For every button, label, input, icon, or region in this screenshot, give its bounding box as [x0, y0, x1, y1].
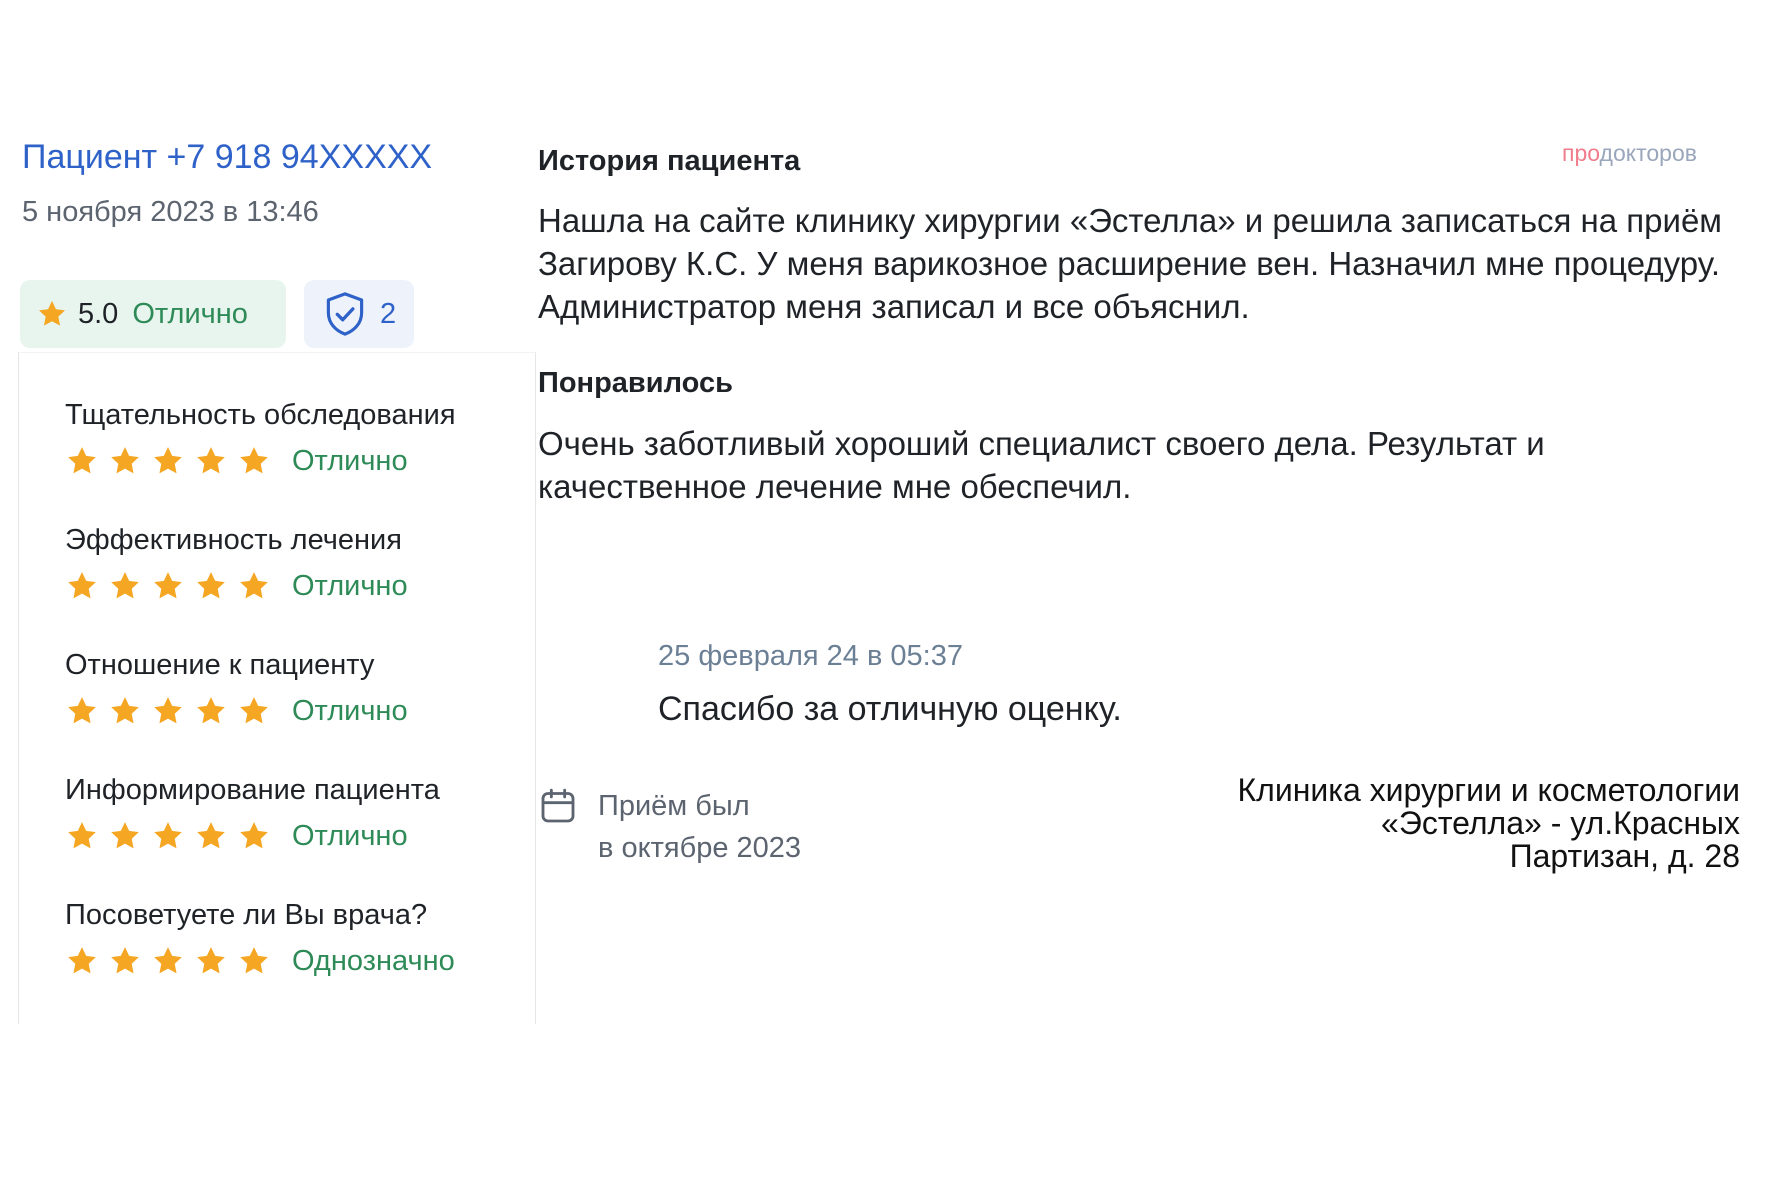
clinic-address-line-1: Клиника хирургии и косметологии	[1237, 772, 1740, 808]
star-icon	[68, 447, 96, 474]
criterion-stars	[65, 819, 280, 853]
criterion-attitude: Отношение к пациенту Отлично	[65, 649, 408, 728]
history-title: История пациента	[538, 145, 801, 177]
star-icon	[111, 822, 139, 849]
star-icon	[111, 947, 139, 974]
criterion-label: Эффективность лечения	[65, 524, 402, 556]
star-icon	[154, 822, 182, 849]
star-icon	[68, 697, 96, 724]
liked-text: Очень заботливый хороший специалист свое…	[538, 425, 1545, 505]
star-icon	[197, 572, 225, 599]
star-icon	[154, 447, 182, 474]
criterion-effectiveness: Эффективность лечения Отлично	[65, 524, 408, 603]
criterion-recommend: Посоветуете ли Вы врача? Однозначно	[65, 899, 455, 978]
star-icon	[240, 572, 268, 599]
star-icon	[68, 947, 96, 974]
overall-rating-value: 5.0	[78, 297, 119, 330]
visit-text: Приём был в октябре 2023	[598, 785, 878, 869]
criterion-word: Отлично	[292, 819, 408, 852]
criterion-stars	[65, 694, 280, 728]
clinic-reply-date: 25 февраля 24 в 05:37	[658, 640, 963, 672]
star-icon	[68, 572, 96, 599]
criterion-stars	[65, 444, 280, 478]
visit-line-1: Приём был	[598, 790, 750, 822]
star-icon	[111, 697, 139, 724]
star-icon	[240, 822, 268, 849]
criterion-word: Отлично	[292, 444, 408, 477]
clinic-reply-text: Спасибо за отличную оценку.	[658, 690, 1122, 728]
star-icon	[39, 300, 65, 326]
visit-info: Приём был в октябре 2023	[538, 785, 878, 869]
review-author-link[interactable]: Пациент +7 918 94XXXXX	[22, 138, 432, 177]
criterion-label: Информирование пациента	[65, 774, 440, 806]
star-icon	[240, 697, 268, 724]
criterion-label: Отношение к пациенту	[65, 649, 375, 681]
verification-count: 2	[380, 297, 397, 330]
liked-title: Понравилось	[538, 367, 733, 399]
criterion-label: Тщательность обследования	[65, 399, 456, 431]
overall-rating-word: Отлично	[132, 297, 248, 330]
verification-badge[interactable]: 2	[304, 280, 414, 348]
clinic-address-line-2: «Эстелла» - ул.Красных	[1381, 805, 1740, 841]
star-icon	[197, 697, 225, 724]
visit-line-2: в октябре 2023	[598, 832, 802, 864]
star-icon	[240, 947, 268, 974]
brand-logo-part-pro: про	[1562, 140, 1600, 166]
criterion-informing: Информирование пациента Отлично	[65, 774, 440, 853]
shield-check-icon	[326, 292, 364, 336]
star-icon	[154, 697, 182, 724]
history-text: Нашла на сайте клинику хирургии «Эстелла…	[538, 202, 1722, 325]
criterion-examination: Тщательность обследования Отлично	[65, 399, 456, 478]
star-icon	[111, 572, 139, 599]
star-icon	[68, 822, 96, 849]
criterion-stars	[65, 944, 280, 978]
criterion-label: Посоветуете ли Вы врача?	[65, 899, 428, 931]
review-card: Пациент +7 918 94XXXXX 5 ноября 2023 в 1…	[0, 0, 1772, 1181]
star-icon	[240, 447, 268, 474]
brand-logo: продокторов	[1562, 140, 1697, 167]
criterion-word: Отлично	[292, 569, 408, 602]
brand-logo-part-doctors: докторов	[1599, 140, 1697, 166]
clinic-address: Клиника хирургии и косметологии «Эстелла…	[1140, 774, 1740, 873]
star-icon	[111, 447, 139, 474]
review-date: 5 ноября 2023 в 13:46	[22, 196, 319, 228]
criterion-stars	[65, 569, 280, 603]
star-icon	[154, 572, 182, 599]
star-icon	[197, 447, 225, 474]
star-icon	[154, 947, 182, 974]
overall-rating-badge: 5.0 Отлично	[20, 280, 286, 348]
rating-details-panel: Тщательность обследования Отлично Эффект…	[18, 352, 536, 1024]
star-icon	[197, 947, 225, 974]
criterion-word: Однозначно	[292, 944, 455, 977]
clinic-address-line-3: Партизан, д. 28	[1509, 838, 1740, 874]
calendar-icon	[541, 788, 575, 823]
criterion-word: Отлично	[292, 694, 408, 727]
star-icon	[197, 822, 225, 849]
